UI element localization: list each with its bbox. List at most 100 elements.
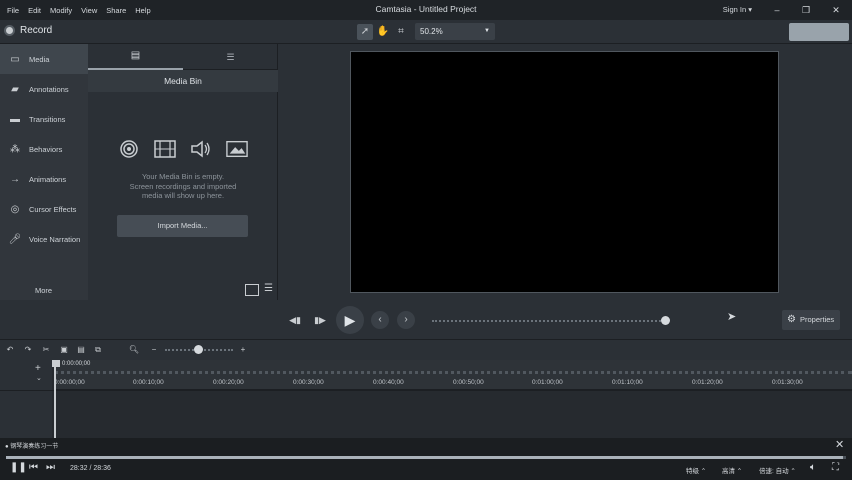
previous-icon[interactable]: ‹ <box>371 311 389 329</box>
record-button[interactable]: Record <box>4 25 52 36</box>
zoom-select[interactable]: 50.2% ▼ <box>415 23 495 40</box>
ruler-ticks <box>54 371 852 375</box>
timeline: + ⌄ 0:00:00;00 0:00:10;00 0:00:20;00 0:0… <box>0 360 852 438</box>
pan-tool-icon[interactable]: ✋ <box>375 24 391 40</box>
video-time: 28:32 / 28:36 <box>70 465 111 472</box>
zoom-icon[interactable]: 🔍︎ <box>128 344 140 356</box>
media-icon: ▭ <box>10 53 20 65</box>
menu-modify[interactable]: Modify <box>50 6 72 15</box>
record-label: Record <box>20 25 53 36</box>
timeline-zoom-handle[interactable] <box>194 345 203 354</box>
sidebar-item-label: Cursor Effects <box>29 204 77 214</box>
playhead-time: 0:00:00;00 <box>62 361 91 367</box>
paste-icon[interactable]: ▤ <box>75 344 87 356</box>
resolution-option[interactable]: 高清 ⌃ <box>722 465 742 475</box>
previous-icon[interactable]: ⏮︎ <box>29 462 38 473</box>
audio-icon <box>190 138 212 160</box>
voice-narration-icon: 🎤︎ <box>8 233 22 245</box>
chevron-down-icon: ▼ <box>484 28 490 34</box>
tick-label: 0:00:00;00 <box>54 379 85 386</box>
menu-help[interactable]: Help <box>135 6 150 15</box>
close-icon[interactable]: ✕ <box>835 438 844 451</box>
sidebar-item-animations[interactable]: → Animations <box>0 164 88 194</box>
sidebar-item-media[interactable]: ▭ Media <box>0 44 88 74</box>
copy-icon[interactable]: ▣ <box>58 344 70 356</box>
quality-option[interactable]: 特级 ⌃ <box>686 465 706 475</box>
grid-view-icon[interactable] <box>245 284 259 296</box>
tab-media-bin[interactable]: ▤ <box>88 44 183 70</box>
preview-canvas[interactable] <box>350 51 779 293</box>
empty-message-line: media will show up here. <box>141 191 225 200</box>
tick-label: 0:01:30;00 <box>772 379 803 386</box>
playhead-handle[interactable] <box>52 360 60 367</box>
sidebar-item-transitions[interactable]: ▬ Transitions <box>0 104 88 134</box>
image-icon <box>226 138 248 160</box>
menu-file[interactable]: File <box>7 6 19 15</box>
minimize-icon[interactable]: – <box>770 3 784 17</box>
sidebar-item-behaviors[interactable]: ⁂ Behaviors <box>0 134 88 164</box>
zoom-value: 50.2% <box>420 27 443 36</box>
timeline-toolbar: ↶ ↷ ✂ ▣ ▤ ⧉ 🔍︎ − + <box>0 340 852 360</box>
title-bar: File Edit Modify View Share Help Camtasi… <box>0 0 852 20</box>
menu-bar: File Edit Modify View Share Help <box>0 6 151 15</box>
canvas-area <box>278 44 852 300</box>
sidebar-item-voice-narration[interactable]: 🎤︎ Voice Narration <box>0 224 88 254</box>
add-track-icon[interactable]: + <box>35 363 41 374</box>
empty-message-line: Your Media Bin is empty. <box>141 172 225 181</box>
sidebar-item-cursor-effects[interactable]: ◎ Cursor Effects <box>0 194 88 224</box>
menu-edit[interactable]: Edit <box>28 6 41 15</box>
tick-label: 0:00:40;00 <box>373 379 404 386</box>
split-icon[interactable]: ⧉ <box>92 344 104 356</box>
video-icon <box>154 138 176 160</box>
volume-icon[interactable]: 🔈︎ <box>810 462 816 473</box>
tick-label: 0:00:10;00 <box>133 379 164 386</box>
tick-label: 0:00:50;00 <box>453 379 484 386</box>
mouse-cursor-icon: ➤ <box>727 311 737 323</box>
pause-icon[interactable]: ❚❚ <box>10 462 27 473</box>
tab-library[interactable]: ☰ <box>183 44 278 70</box>
track-divider <box>0 390 852 391</box>
next-icon[interactable]: ⏭︎ <box>46 462 55 473</box>
cut-icon[interactable]: ✂ <box>40 344 52 356</box>
scrub-bar[interactable] <box>432 320 664 322</box>
close-icon[interactable]: ✕ <box>829 3 843 17</box>
playhead[interactable] <box>54 360 56 438</box>
tick-label: 0:01:00;00 <box>532 379 563 386</box>
menu-view[interactable]: View <box>81 6 97 15</box>
chevron-down-icon[interactable]: ⌄ <box>36 374 42 382</box>
crop-tool-icon[interactable]: ⌗ <box>393 24 409 40</box>
media-bin-tab-icon: ▤ <box>130 50 141 61</box>
zoom-in-icon[interactable]: + <box>237 344 249 356</box>
timeline-ruler[interactable]: 0:00:00;00 0:00:10;00 0:00:20;00 0:00:30… <box>54 360 852 390</box>
speed-option[interactable]: 倍速: 自动 ⌃ <box>759 465 796 475</box>
import-media-button[interactable]: Import Media... <box>117 215 248 237</box>
tick-label: 0:00:20;00 <box>213 379 244 386</box>
play-button[interactable]: ▶ <box>336 306 364 334</box>
menu-share[interactable]: Share <box>106 6 126 15</box>
select-tool-icon[interactable]: ➚ <box>357 24 373 40</box>
undo-icon[interactable]: ↶ <box>4 344 16 356</box>
more-button[interactable]: More <box>35 286 52 295</box>
tick-label: 0:01:10;00 <box>612 379 643 386</box>
scrub-handle[interactable] <box>661 316 670 325</box>
transitions-icon: ▬ <box>10 113 20 125</box>
redo-icon[interactable]: ↷ <box>22 344 34 356</box>
record-icon <box>4 25 15 36</box>
sidebar-item-label: Voice Narration <box>29 234 81 244</box>
screen-recording-icon <box>118 138 140 160</box>
export-button[interactable] <box>789 23 849 41</box>
restore-icon[interactable]: ❐ <box>799 3 813 17</box>
sign-in-button[interactable]: Sign In ▾ <box>723 5 752 14</box>
properties-button[interactable]: ⚙ Properties <box>782 310 840 330</box>
zoom-out-icon[interactable]: − <box>148 344 160 356</box>
video-progress-bar[interactable] <box>6 456 846 459</box>
sidebar-item-annotations[interactable]: ▰ Annotations <box>0 74 88 104</box>
step-forward-icon[interactable]: ▮▶ <box>312 312 328 328</box>
fullscreen-icon[interactable]: ⛶ <box>832 462 839 473</box>
step-back-icon[interactable]: ◀▮ <box>287 312 303 328</box>
track-header: + ⌄ <box>0 360 52 438</box>
video-progress-fill <box>6 456 843 459</box>
annotations-icon: ▰ <box>11 83 19 95</box>
list-view-icon[interactable]: ☰ <box>264 283 273 294</box>
next-icon[interactable]: › <box>397 311 415 329</box>
